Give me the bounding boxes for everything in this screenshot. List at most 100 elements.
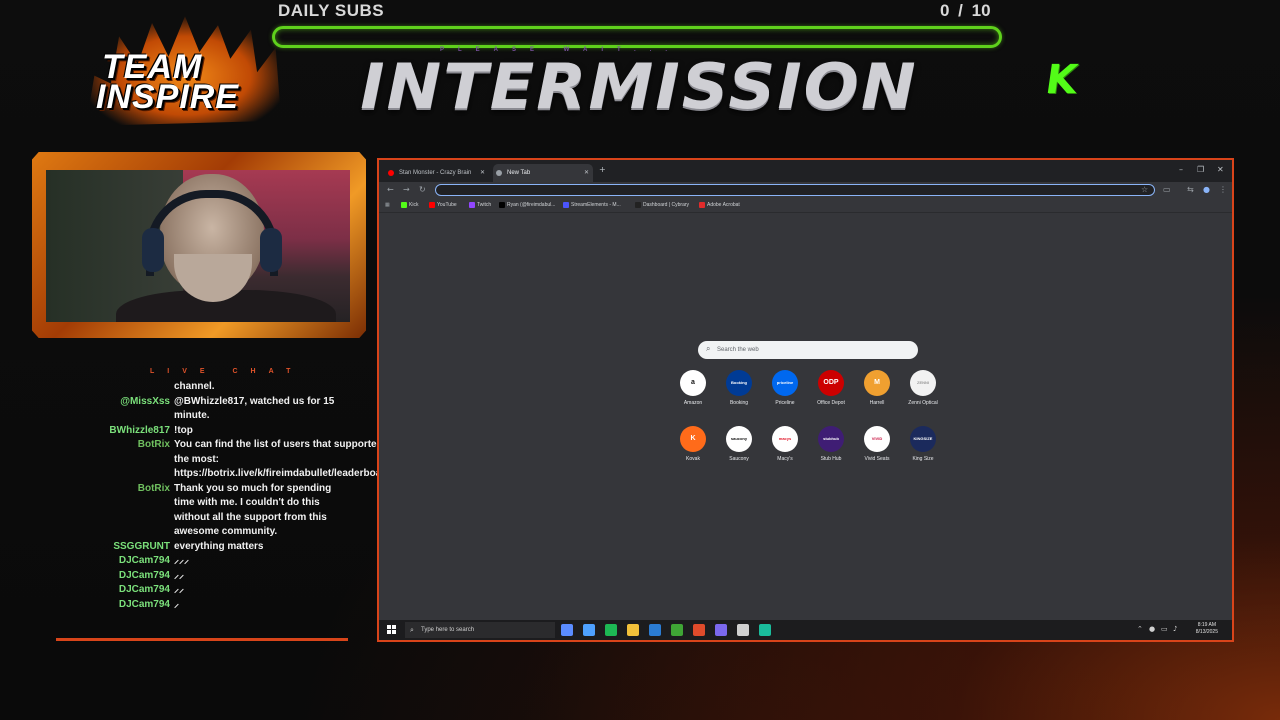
shortcut-logo-icon: ODP <box>818 370 844 396</box>
chat-message: SSGGRUNT everything matters <box>60 540 350 555</box>
daily-subs-progress-bar <box>272 26 1002 48</box>
reload-icon[interactable]: ↻ <box>419 184 426 196</box>
shortcut-logo-icon: ZENNI <box>910 370 936 396</box>
tab-label: Stan Monster - Crazy Brain <box>399 170 472 176</box>
bookmark-label: Kick <box>409 202 419 208</box>
shortcut-label: Priceline <box>775 400 795 406</box>
bookmark-item[interactable]: YouTube <box>429 199 457 211</box>
chat-message: DJCam794 ⸝⸝ <box>60 583 350 598</box>
chat-text: everything matters <box>174 540 264 552</box>
tab-new-tab[interactable]: New Tab ✕ <box>493 164 593 182</box>
shortcut-logo-icon: stubhub <box>818 426 844 452</box>
windows-start-icon[interactable] <box>387 625 396 634</box>
team-inspire-logo: TEAM INSPIRE <box>82 14 288 126</box>
address-bar[interactable] <box>435 184 1155 196</box>
chat-text: !top <box>174 424 193 436</box>
close-icon[interactable]: ✕ <box>584 164 589 182</box>
extensions-icon[interactable]: ⇆ <box>1187 184 1194 196</box>
shortcut-tile[interactable]: Booking Booking <box>721 370 757 407</box>
mic-icon[interactable]: ● <box>1149 625 1155 633</box>
chat-username[interactable]: BotRix <box>60 438 174 482</box>
shortcut-tile[interactable]: saucony Saucony <box>721 426 757 463</box>
bookmark-label: YouTube <box>437 202 457 208</box>
forward-icon[interactable]: → <box>403 184 410 196</box>
taskbar-app-icon[interactable] <box>561 624 573 636</box>
shortcut-tile[interactable]: ZENNI Zenni Optical <box>905 370 941 407</box>
bookmark-label: StreamElements - M... <box>571 202 621 208</box>
chat-username[interactable]: DJCam794 <box>60 583 174 598</box>
shortcut-tile[interactable]: a Amazon <box>675 370 711 407</box>
chat-text: ⸝⸝ <box>174 584 184 595</box>
taskbar-app-icon[interactable] <box>605 624 617 636</box>
bookmarks-bar: ▦ Kick YouTube Twitch Ryan (@fireimdabul...… <box>379 198 1232 213</box>
tab-stan-monster[interactable]: Stan Monster - Crazy Brain ✕ <box>385 164 489 182</box>
chat-username[interactable]: BotRix <box>60 482 174 540</box>
bookmark-item[interactable]: Twitch <box>469 199 491 211</box>
shortcut-tile[interactable]: M Harrell <box>859 370 895 407</box>
taskbar-app-icon[interactable] <box>737 624 749 636</box>
webcam-feed <box>46 170 350 322</box>
shortcut-tile[interactable]: ODP Office Depot <box>813 370 849 407</box>
taskbar-app-icon[interactable] <box>671 624 683 636</box>
network-icon[interactable]: ▭ <box>1161 625 1168 633</box>
tray-chevron-icon[interactable]: ⌃ <box>1137 625 1143 633</box>
chat-username[interactable]: DJCam794 <box>60 554 174 569</box>
shortcut-logo-icon: VIVID <box>864 426 890 452</box>
shortcut-logo-icon: saucony <box>726 426 752 452</box>
close-window-button[interactable]: ✕ <box>1217 165 1224 174</box>
taskbar-app-icon[interactable] <box>583 624 595 636</box>
taskbar-app-icon[interactable] <box>693 624 705 636</box>
profile-avatar-icon[interactable]: ● <box>1203 184 1210 196</box>
shortcut-tile[interactable]: stubhub Stub Hub <box>813 426 849 463</box>
shortcut-label: Macy's <box>777 456 793 462</box>
taskbar-app-icon[interactable] <box>627 624 639 636</box>
bookmark-label: Twitch <box>477 202 492 208</box>
menu-icon[interactable]: ⋮ <box>1219 184 1227 196</box>
chat-username[interactable] <box>60 380 174 395</box>
volume-icon[interactable]: ♪ <box>1173 625 1177 633</box>
bookmark-label: Ryan (@fireimdabul... <box>507 202 556 208</box>
daily-subs-count: 0 / 10 <box>940 1 991 20</box>
browser-window: Stan Monster - Crazy Brain ✕ New Tab ✕ +… <box>377 158 1234 642</box>
bookmark-item[interactable]: StreamElements - M... <box>563 199 621 211</box>
bookmark-item[interactable]: Kick <box>401 199 418 211</box>
bookmark-item[interactable]: Adobe Acrobat <box>699 199 740 211</box>
chat-text: ⸝⸝⸝ <box>174 555 189 566</box>
taskbar-search[interactable]: ⌕ Type here to search <box>405 622 555 638</box>
shortcut-tile[interactable]: K Kovak <box>675 426 711 463</box>
shortcut-label: Kovak <box>686 456 700 462</box>
bookmark-favicon-icon <box>499 202 505 208</box>
taskbar-app-icon[interactable] <box>759 624 771 636</box>
shortcut-label: King Size <box>912 456 934 462</box>
bookmark-star-icon[interactable]: ☆ <box>1141 184 1148 196</box>
chat-username[interactable]: DJCam794 <box>60 598 174 613</box>
shortcut-tile[interactable]: macys Macy's <box>767 426 803 463</box>
back-icon[interactable]: ← <box>387 184 394 196</box>
shortcut-tile[interactable]: priceline Priceline <box>767 370 803 407</box>
taskbar-app-icon[interactable] <box>715 624 727 636</box>
new-tab-search-box[interactable]: ⌕ Search the web <box>698 341 918 359</box>
shortcut-tile[interactable]: KINGSIZE King Size <box>905 426 941 463</box>
close-icon[interactable]: ✕ <box>480 164 485 182</box>
chat-username[interactable]: @MissXss <box>60 395 174 424</box>
taskbar-clock[interactable]: 8:19 AM 8/13/2025 <box>1196 622 1218 636</box>
chat-message: BotRix Thank you so much for spending tim… <box>60 482 350 540</box>
shortcut-tile[interactable]: VIVID Vivid Seats <box>859 426 895 463</box>
chat-username[interactable]: BWhizzle817 <box>60 424 174 439</box>
chat-username[interactable]: DJCam794 <box>60 569 174 584</box>
minimize-button[interactable]: – <box>1179 165 1183 174</box>
bookmark-item[interactable]: Dashboard | Cybrary <box>635 199 689 211</box>
new-tab-button[interactable]: + <box>599 165 606 174</box>
side-panel-icon[interactable]: ▭ <box>1163 184 1171 196</box>
intermission-title: INTERMISSION <box>360 50 918 123</box>
bookmark-item[interactable]: Ryan (@fireimdabul... <box>499 199 555 211</box>
windows-taskbar: ⌕ Type here to search ⌃ ● ▭ ♪ 8:19 AM 8/… <box>379 620 1232 640</box>
chat-username[interactable]: SSGGRUNT <box>60 540 174 555</box>
taskbar-app-icon[interactable] <box>649 624 661 636</box>
chat-message: channel. <box>60 380 350 395</box>
restore-button[interactable]: ❐ <box>1197 165 1204 174</box>
apps-grid-icon[interactable]: ▦ <box>385 199 390 211</box>
tab-bar: Stan Monster - Crazy Brain ✕ New Tab ✕ +… <box>379 160 1232 182</box>
shortcut-label: Stub Hub <box>820 456 842 462</box>
logo-line-2: INSPIRE <box>96 78 240 116</box>
